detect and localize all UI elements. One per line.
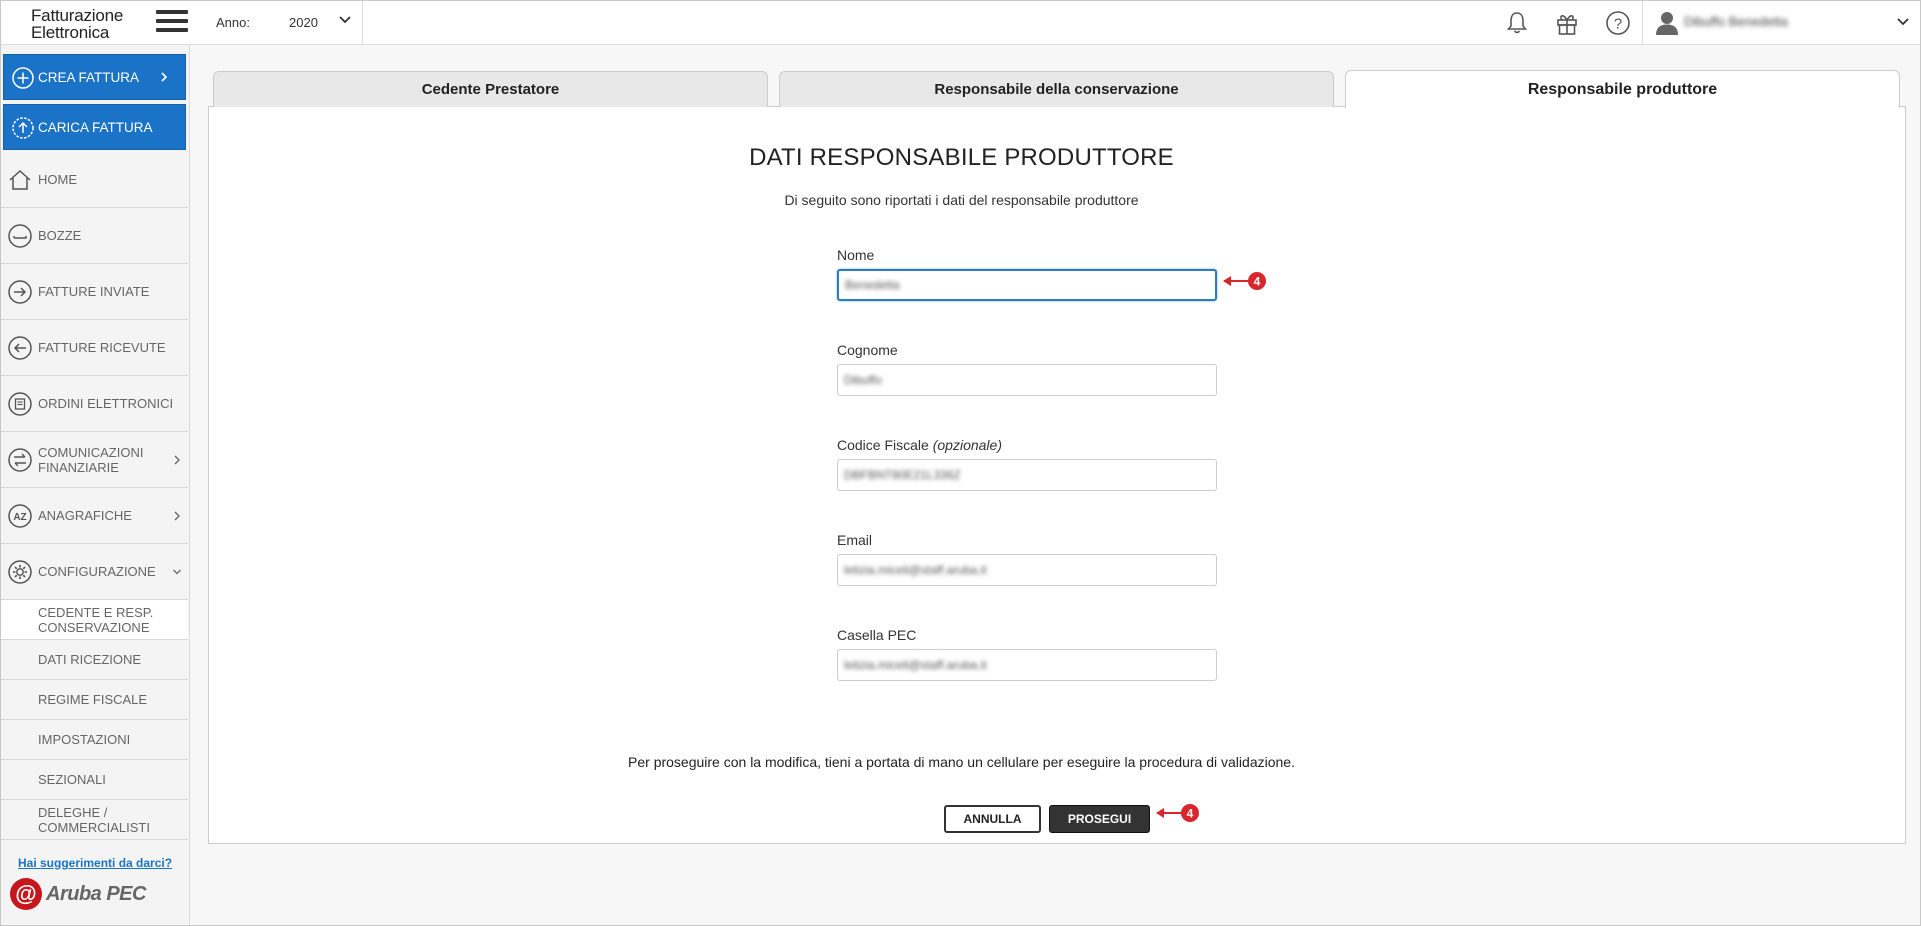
validation-notice: Per proseguire con la modifica, tieni a … [628,754,1295,770]
cancel-button[interactable]: ANNULLA [944,805,1041,833]
drafts-icon [8,224,32,248]
chevron-right-icon [161,72,168,82]
sidebar-subitem-label: REGIME FISCALE [38,692,148,707]
year-select[interactable]: 2020 [289,15,318,30]
annotation-marker-icon: 4 [1156,804,1199,822]
help-icon[interactable]: ? [1604,9,1632,37]
document-circle-icon [8,392,32,416]
brand-name: Aruba PEC [46,882,146,905]
chevron-down-icon [173,569,181,575]
tab-label: Cedente Prestatore [421,81,560,98]
annotation-number: 4 [1254,275,1261,289]
arrow-right-circle-icon [8,280,32,304]
name-label: Nome [837,247,875,263]
user-avatar-icon[interactable] [1653,9,1681,37]
bell-icon[interactable] [1503,9,1531,37]
sidebar-subitem-label: SEZIONALI [38,772,106,787]
tax-code-label-text: Codice Fiscale [837,437,929,453]
sidebar-item-configuration[interactable]: CONFIGURAZIONE [1,544,188,600]
sidebar-subitem-label: DATI RICEZIONE [38,652,142,667]
tax-code-optional: (opzionale) [932,437,1002,453]
tab-responsabile-conservazione[interactable]: Responsabile della conservazione [779,71,1334,107]
gift-icon[interactable] [1553,9,1581,37]
email-field[interactable]: letizia.miceli@staff.aruba.it [837,554,1217,586]
sidebar-subitem-dati-ricezione[interactable]: DATI RICEZIONE [1,640,188,680]
chevron-right-icon [174,455,180,465]
pec-label: Casella PEC [837,627,917,643]
exchange-icon [8,448,32,472]
upload-circle-icon [12,117,34,139]
tab-label: Responsabile produttore [1527,80,1718,98]
sidebar-item-label: BOZZE [38,228,82,243]
sidebar-item-label: HOME [38,172,77,187]
sidebar-item-label: FATTURE RICEVUTE [38,340,166,355]
gear-icon [8,560,32,584]
tab-responsabile-produttore[interactable]: Responsabile produttore [1345,70,1900,108]
app-title-line1: Fatturazione [31,6,124,25]
tax-code-value: DBFBNT80E21L336Z [844,468,961,482]
sidebar-item-electronic-orders[interactable]: ORDINI ELETTRONICI [1,376,188,432]
year-label: Anno: [216,15,250,30]
tax-code-label: Codice Fiscale (opzionale) [837,437,1002,453]
annotation-number: 4 [1187,807,1194,821]
sidebar-item-label: ORDINI ELETTRONICI [38,396,174,411]
tab-label: Responsabile della conservazione [934,81,1179,98]
chevron-down-icon[interactable] [1895,14,1911,30]
tab-cedente-prestatore[interactable]: Cedente Prestatore [213,71,768,107]
aruba-at-icon: @ [10,878,42,910]
svg-text:?: ? [1614,16,1622,33]
svg-text:AZ: AZ [13,512,26,523]
surname-field[interactable]: Dibuffo [837,364,1217,396]
plus-circle-icon [12,67,34,89]
sidebar-item-registry[interactable]: AZ ANAGRAFICHE [1,488,188,544]
top-bar: Fatturazione Elettronica Anno: 2020 ? Di… [1,1,1920,45]
create-invoice-button[interactable]: CREA FATTURA [3,54,186,100]
sidebar-subitem-label: IMPOSTAZIONI [38,732,131,747]
user-name[interactable]: Dibuffo Benedetta [1684,14,1788,29]
email-value: letizia.miceli@staff.aruba.it [844,563,987,577]
surname-value: Dibuffo [844,373,882,387]
upload-invoice-label: CARICA FATTURA [38,119,153,135]
annotation-marker-icon: 4 [1223,272,1266,290]
divider [362,1,363,45]
sidebar-item-drafts[interactable]: BOZZE [1,208,188,264]
sidebar-subitem-cedente[interactable]: CEDENTE E RESP. CONSERVAZIONE [1,600,188,640]
arrow-left-circle-icon [8,336,32,360]
sidebar-item-received-invoices[interactable]: FATTURE RICEVUTE [1,320,188,376]
sidebar: CREA FATTURA CARICA FATTURA HOME BOZZE F… [1,45,190,925]
sidebar-item-financial-communications[interactable]: COMUNICAZIONI FINANZIARIE [1,432,188,488]
chevron-right-icon [174,511,180,521]
chevron-down-icon[interactable] [337,12,353,28]
create-invoice-label: CREA FATTURA [38,69,140,85]
az-icon: AZ [8,504,32,528]
app-logo[interactable]: Fatturazione Elettronica [31,7,123,41]
aruba-logo[interactable]: @ Aruba PEC [9,877,146,911]
divider [1642,1,1643,45]
sidebar-subitem-regime-fiscale[interactable]: REGIME FISCALE [1,680,188,720]
tax-code-field[interactable]: DBFBNT80E21L336Z [837,459,1217,491]
sidebar-item-label: COMUNICAZIONI FINANZIARIE [38,444,144,475]
surname-label: Cognome [837,342,898,358]
sidebar-subitem-label: CEDENTE E RESP. CONSERVAZIONE [38,604,154,635]
menu-icon[interactable] [156,10,188,34]
sidebar-item-label: ANAGRAFICHE [38,508,132,523]
page-title: DATI RESPONSABILE PRODUTTORE [749,144,1174,171]
sidebar-subitem-label: DELEGHE / COMMERCIALISTI [38,804,150,835]
suggestion-link[interactable]: Hai suggerimenti da darci? [18,856,172,870]
continue-button[interactable]: PROSEGUI [1049,805,1150,833]
pec-field[interactable]: letizia.miceli@staff.aruba.it [837,649,1217,681]
app-title-line2: Elettronica [31,23,110,42]
sidebar-item-label: FATTURE INVIATE [38,284,150,299]
name-value: Benedetta [845,278,900,292]
pec-value: letizia.miceli@staff.aruba.it [844,658,987,672]
svg-text:@: @ [15,881,36,906]
page-subtitle: Di seguito sono riportati i dati del res… [784,192,1139,208]
sidebar-item-label: CONFIGURAZIONE [38,564,156,579]
name-field[interactable]: Benedetta [837,269,1217,301]
sidebar-subitem-deleghe[interactable]: DELEGHE / COMMERCIALISTI [1,800,188,840]
sidebar-item-sent-invoices[interactable]: FATTURE INVIATE [1,264,188,320]
email-label: Email [837,532,873,548]
